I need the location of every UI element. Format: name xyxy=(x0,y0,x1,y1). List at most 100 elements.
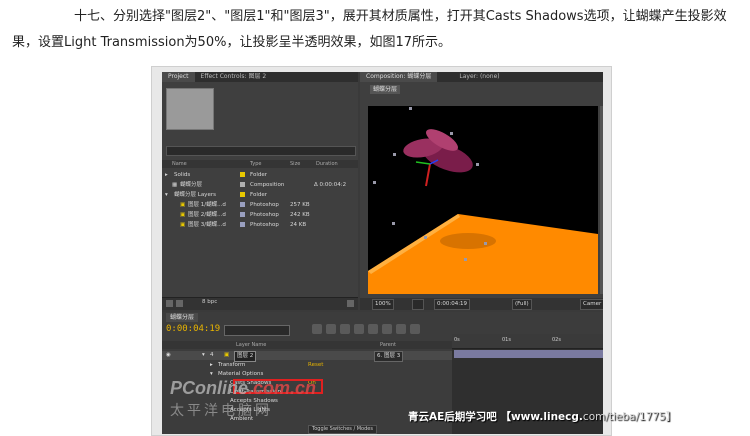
photoshop-icon: ▣ xyxy=(180,222,186,228)
col-parent[interactable]: Parent xyxy=(380,341,396,349)
row-name: 蝴蝶分层 xyxy=(180,182,203,188)
layer-row[interactable]: ◉ ▾ 4 ▣ 图层 2 6. 图层 3 xyxy=(162,351,452,362)
project-row[interactable]: ▾ 蝴蝶分层 Layers Folder xyxy=(162,190,358,200)
viewer-canvas xyxy=(368,107,598,294)
row-type: Photoshop xyxy=(250,222,279,228)
toggle-switches-modes-button[interactable]: Toggle Switches / Modes xyxy=(308,425,377,434)
tab-layer[interactable]: Layer: (none) xyxy=(453,72,505,82)
anchor-handle xyxy=(464,258,467,261)
project-row[interactable]: ▣ 图层 2/蝴蝶...d Photoshop 242 KB xyxy=(162,210,358,220)
folder-open-icon: ▾ xyxy=(165,192,168,198)
reset-link[interactable]: Reset xyxy=(308,361,323,370)
ruler-tick: 02s xyxy=(552,337,561,343)
row-type: Photoshop xyxy=(250,202,279,208)
composition-icon: ▦ xyxy=(172,182,178,188)
property-row[interactable]: ▸ Transform Reset xyxy=(162,361,452,370)
composition-panel: Composition: 蝴蝶分层 Layer: (none) 蝴蝶分层 100… xyxy=(360,72,603,310)
row-name: Solids xyxy=(174,172,191,178)
tab-project[interactable]: Project xyxy=(162,72,195,82)
brainstorm-icon[interactable] xyxy=(396,324,406,334)
draft-3d-icon[interactable] xyxy=(340,324,350,334)
watermark-text: com/tieba/1775】 xyxy=(582,411,677,423)
photoshop-icon: ▣ xyxy=(180,202,186,208)
project-tabbar: Project Effect Controls: 图层 2 xyxy=(162,72,358,82)
project-row[interactable]: ▦ 蝴蝶分层 Composition Δ 0:00:04:2 xyxy=(162,180,358,190)
project-row[interactable]: ▸ Solids Folder xyxy=(162,170,358,180)
interpret-footage-icon[interactable] xyxy=(166,300,173,307)
timeline-search-input[interactable] xyxy=(224,325,290,336)
project-row[interactable]: ▣ 图层 1/蝴蝶...d Photoshop 257 KB xyxy=(162,200,358,210)
row-name: 图层 2/蝴蝶...d xyxy=(188,212,226,218)
col-layer-name[interactable]: Layer Name xyxy=(236,341,266,349)
folder-icon: ▸ xyxy=(165,172,168,178)
pconline-cn-watermark: 太平洋电脑网 xyxy=(170,403,272,419)
photoshop-icon: ▣ xyxy=(180,212,186,218)
project-column-header: Name Type Size Duration xyxy=(162,160,358,168)
col-size[interactable]: Size xyxy=(290,160,300,168)
anchor-handle xyxy=(484,242,487,245)
row-name: 蝴蝶分层 Layers xyxy=(174,192,216,198)
watermark-text: 青云AE后期学习吧 xyxy=(408,411,497,423)
axis-line xyxy=(425,163,431,187)
property-label: Transform xyxy=(218,362,246,368)
col-type[interactable]: Type xyxy=(250,160,261,168)
project-row[interactable]: ▣ 图层 3/蝴蝶...d Photoshop 24 KB xyxy=(162,220,358,230)
row-size: 242 KB xyxy=(290,212,310,218)
ruler-tick: 01s xyxy=(502,337,511,343)
watermark-text: online xyxy=(195,378,249,398)
zoom-dropdown[interactable]: 100% xyxy=(372,299,394,310)
linecg-watermark: 青云AE后期学习吧 【www.linecg.com/tieba/1775】 xyxy=(408,409,676,424)
comp-scrollbar-vertical[interactable] xyxy=(600,106,603,294)
row-type: Photoshop xyxy=(250,212,279,218)
tab-composition[interactable]: Composition: 蝴蝶分层 xyxy=(360,72,438,82)
row-type: Folder xyxy=(250,192,267,198)
composition-viewer[interactable] xyxy=(368,106,598,294)
col-name[interactable]: Name xyxy=(172,160,187,168)
row-type: Composition xyxy=(250,182,285,188)
snapshot-icon[interactable] xyxy=(412,299,424,310)
trash-icon[interactable] xyxy=(347,300,354,307)
project-search-input[interactable] xyxy=(166,146,356,156)
anchor-handle xyxy=(373,181,376,184)
new-folder-icon[interactable] xyxy=(176,300,183,307)
expand-arrow-icon[interactable]: ▸ xyxy=(210,361,213,370)
comp-mini-flowchart-icon[interactable] xyxy=(312,324,322,334)
live-update-icon[interactable] xyxy=(326,324,336,334)
project-panel: Project Effect Controls: 图层 2 Name Type … xyxy=(162,72,358,310)
layer-duration-bar[interactable] xyxy=(454,350,603,358)
bpc-label[interactable]: 8 bpc xyxy=(202,299,217,305)
butterfly-shadow xyxy=(440,233,496,249)
project-footer: 8 bpc xyxy=(162,297,358,310)
row-name: 图层 3/蝴蝶...d xyxy=(188,222,226,228)
time-ruler[interactable]: 0s 01s 02s xyxy=(452,334,603,349)
row-size: 257 KB xyxy=(290,202,310,208)
row-name: 图层 1/蝴蝶...d xyxy=(188,202,226,208)
timeline-tab[interactable]: 蝴蝶分层 xyxy=(166,313,199,322)
anchor-handle xyxy=(392,222,395,225)
current-time-display[interactable]: 0:00:04:19 xyxy=(434,299,471,310)
timeline-column-header: Layer Name Parent xyxy=(162,341,452,349)
comp-name-tab[interactable]: 蝴蝶分层 xyxy=(370,85,401,94)
hide-shy-layers-icon[interactable] xyxy=(354,324,364,334)
orange-floor xyxy=(368,214,598,294)
motion-blur-icon[interactable] xyxy=(382,324,392,334)
pconline-watermark: PConline.com.cn xyxy=(170,378,316,399)
label-color-swatch xyxy=(240,220,245,231)
project-thumbnail xyxy=(166,88,214,130)
eye-icon[interactable]: ◉ xyxy=(166,351,171,360)
watermark-text: .com.cn xyxy=(248,378,317,398)
composition-footer: 100% 0:00:04:19 (Full) Camer xyxy=(360,298,603,310)
camera-dropdown[interactable]: Camer xyxy=(580,299,603,310)
resolution-dropdown[interactable]: (Full) xyxy=(512,299,532,310)
timeline-current-time[interactable]: 0:00:04:19 xyxy=(166,324,220,334)
anchor-handle xyxy=(409,107,412,110)
article-paragraph: 十七、分别选择"图层2"、"图层1"和"图层3"，展开其材质属性，打开其Cast… xyxy=(12,9,727,50)
anchor-handle xyxy=(424,236,427,239)
col-duration[interactable]: Duration xyxy=(316,160,338,168)
frame-blending-icon[interactable] xyxy=(368,324,378,334)
anchor-handle xyxy=(393,153,396,156)
expand-arrow-icon[interactable]: ▾ xyxy=(202,351,205,360)
graph-editor-icon[interactable] xyxy=(410,324,420,334)
anchor-handle xyxy=(476,163,479,166)
tab-effect-controls[interactable]: Effect Controls: 图层 2 xyxy=(195,72,273,82)
